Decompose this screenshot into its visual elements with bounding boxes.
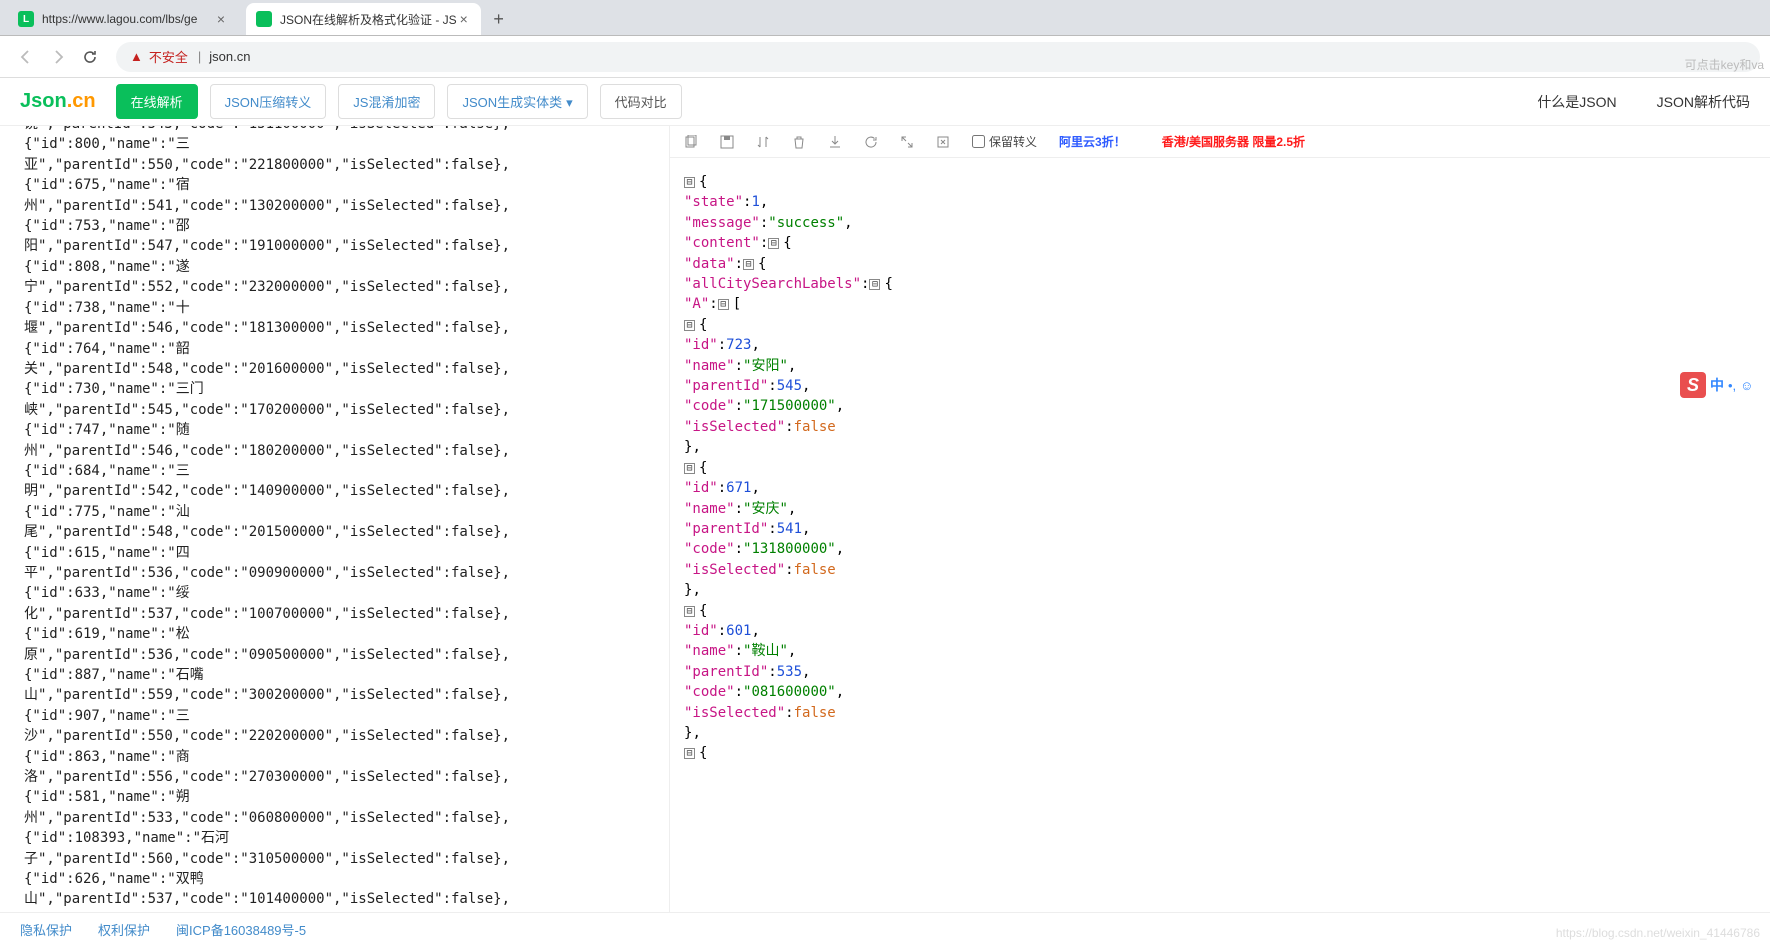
main-split: {"id":648,"name":"宿迁","parentId":539,"co… [0, 126, 1770, 912]
close-all-icon[interactable] [936, 135, 950, 149]
smiley-icon: ☺ [1740, 378, 1753, 393]
raw-line: 子","parentId":560,"code":"310500000","is… [24, 849, 663, 890]
tree-toolbar: 保留转义 阿里云3折！ 香港/美国服务器 限量2.5折 [670, 126, 1770, 158]
raw-json-input[interactable]: {"id":648,"name":"宿迁","parentId":539,"co… [0, 126, 670, 912]
raw-line: {"id":108393,"name":"石河 [24, 828, 663, 848]
favicon-lagou: L [18, 11, 34, 27]
collapse-toggle[interactable]: ⊟ [684, 463, 695, 474]
watermark: https://blog.csdn.net/weixin_41446786 [1556, 926, 1760, 940]
reload-button[interactable] [76, 43, 104, 71]
diff-button[interactable]: 代码对比 [600, 84, 682, 119]
raw-line: {"id":619,"name":"松原","parentId":536,"co… [24, 624, 663, 665]
sogou-icon: S [1680, 372, 1706, 398]
raw-line: {"id":764,"name":"韶关","parentId":548,"co… [24, 339, 663, 380]
raw-line: {"id":775,"name":"汕尾","parentId":548,"co… [24, 502, 663, 543]
forward-button[interactable] [44, 43, 72, 71]
privacy-link[interactable]: 隐私保护 [20, 920, 72, 939]
collapse-toggle[interactable]: ⊟ [743, 259, 754, 270]
collapse-toggle[interactable]: ⊟ [684, 748, 695, 759]
compress-button[interactable]: JSON压缩转义 [210, 84, 327, 119]
collapse-toggle[interactable]: ⊟ [869, 279, 880, 290]
raw-line: {"id":808,"name":"遂宁","parentId":552,"co… [24, 257, 663, 298]
raw-line: {"id":675,"name":"宿州","parentId":541,"co… [24, 175, 663, 216]
raw-line: {"id":581,"name":"朔州","parentId":533,"co… [24, 787, 663, 828]
url-text: json.cn [209, 49, 250, 64]
raw-line: {"id":753,"name":"邵阳","parentId":547,"co… [24, 216, 663, 257]
generate-dropdown[interactable]: JSON生成实体类▾ [447, 84, 587, 119]
icp-link[interactable]: 闽ICP备16038489号-5 [176, 920, 306, 939]
close-icon[interactable]: × [214, 12, 228, 26]
collapse-toggle[interactable]: ⊟ [718, 299, 729, 310]
insecure-label: 不安全 [149, 47, 188, 66]
rights-link[interactable]: 权利保护 [98, 920, 150, 939]
tab-title: https://www.lagou.com/lbs/ge [42, 12, 197, 26]
new-tab-button[interactable]: + [485, 5, 513, 33]
promo-server[interactable]: 香港/美国服务器 限量2.5折 [1162, 133, 1305, 150]
collapse-toggle[interactable]: ⊟ [684, 606, 695, 617]
download-icon[interactable] [828, 135, 842, 149]
compress-icon[interactable] [900, 135, 914, 149]
copy-icon[interactable] [684, 135, 698, 149]
promo-aliyun[interactable]: 阿里云3折！ [1059, 133, 1126, 150]
keep-escape-checkbox[interactable]: 保留转义 [972, 133, 1037, 150]
raw-line: {"id":615,"name":"四平","parentId":536,"co… [24, 543, 663, 584]
raw-line: {"id":701,"name":"上饶","parentId":543,"co… [24, 126, 663, 134]
save-icon[interactable] [720, 135, 734, 149]
raw-line: {"id":863,"name":"商洛","parentId":556,"co… [24, 747, 663, 788]
raw-line: {"id":738,"name":"十堰","parentId":546,"co… [24, 298, 663, 339]
raw-line: 山","parentId":537,"code":"101400000","is… [24, 889, 663, 912]
site-footer: 隐私保护 权利保护 闽ICP备16038489号-5 [0, 912, 1770, 946]
json-api-link[interactable]: JSON解析代码 [1657, 92, 1750, 112]
what-is-json-link[interactable]: 什么是JSON [1537, 92, 1616, 112]
close-icon[interactable]: × [457, 12, 471, 26]
browser-tab-1[interactable]: JSON在线解析及格式化验证 - JS × [246, 3, 481, 35]
raw-line: {"id":887,"name":"石嘴山","parentId":559,"c… [24, 665, 663, 706]
parse-button[interactable]: 在线解析 [116, 84, 198, 119]
hint-text: 可点击key和va [1685, 56, 1764, 73]
raw-line: {"id":684,"name":"三明","parentId":542,"co… [24, 461, 663, 502]
address-bar: ▲ 不安全 | json.cn [0, 36, 1770, 78]
collapse-toggle[interactable]: ⊟ [684, 320, 695, 331]
back-button[interactable] [12, 43, 40, 71]
delete-icon[interactable] [792, 135, 806, 149]
raw-line: {"id":907,"name":"三沙","parentId":550,"co… [24, 706, 663, 747]
ime-indicator: S 中 •, ☺ [1680, 370, 1770, 400]
chevron-down-icon: ▾ [566, 95, 573, 110]
site-header: Json.cn 在线解析 JSON压缩转义 JS混淆加密 JSON生成实体类▾ … [0, 78, 1770, 126]
collapse-toggle[interactable]: ⊟ [768, 238, 779, 249]
browser-tab-bar: L https://www.lagou.com/lbs/ge × JSON在线解… [0, 0, 1770, 36]
browser-tab-0[interactable]: L https://www.lagou.com/lbs/ge × [8, 3, 238, 35]
url-separator: | [198, 49, 201, 64]
raw-line: {"id":747,"name":"随州","parentId":546,"co… [24, 420, 663, 461]
raw-line: {"id":633,"name":"绥化","parentId":537,"co… [24, 583, 663, 624]
site-logo[interactable]: Json.cn [20, 90, 96, 113]
refresh-icon[interactable] [864, 135, 878, 149]
raw-line: {"id":800,"name":"三亚","parentId":550,"co… [24, 134, 663, 175]
favicon-jsoncn [256, 11, 272, 27]
obfuscate-button[interactable]: JS混淆加密 [338, 84, 435, 119]
url-input[interactable]: ▲ 不安全 | json.cn [116, 42, 1760, 72]
warning-icon: ▲ [130, 49, 143, 64]
tab-title: JSON在线解析及格式化验证 - JS [280, 11, 457, 28]
raw-line: {"id":730,"name":"三门峡","parentId":545,"c… [24, 379, 663, 420]
collapse-toggle[interactable]: ⊟ [684, 177, 695, 188]
sort-icon[interactable] [756, 135, 770, 149]
formatted-json-pane: 保留转义 阿里云3折！ 香港/美国服务器 限量2.5折 ⊟{ "state":1… [670, 126, 1770, 912]
json-tree-view[interactable]: ⊟{ "state":1, "message":"success", "cont… [670, 158, 1770, 912]
